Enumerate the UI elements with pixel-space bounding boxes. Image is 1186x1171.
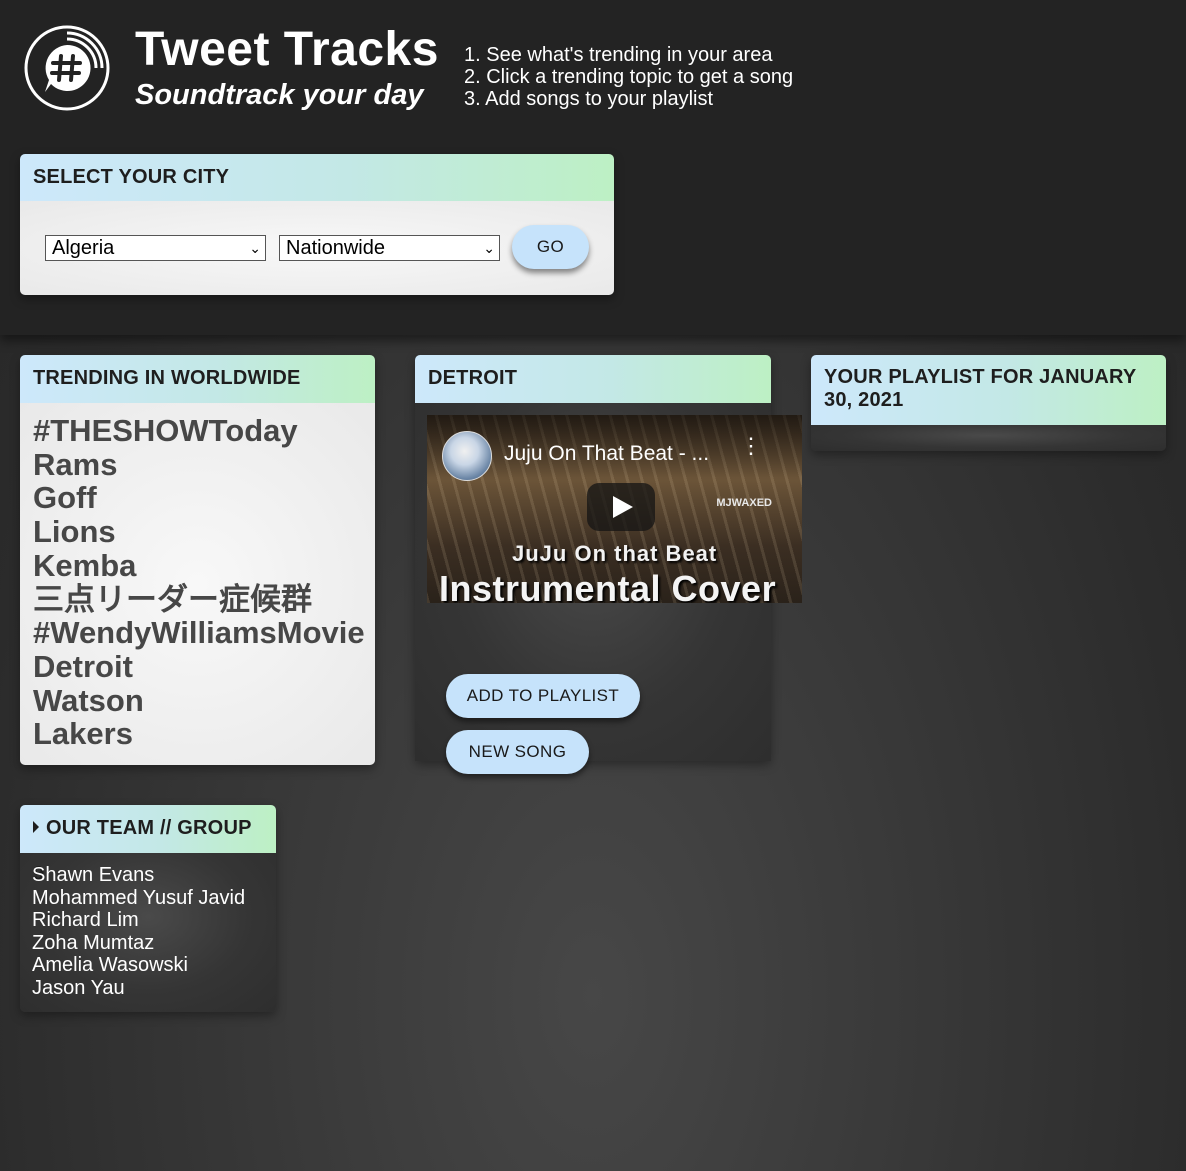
trending-topic-link[interactable]: Lions xyxy=(33,515,362,549)
trending-topic-link[interactable]: #THESHOWToday xyxy=(33,414,362,448)
more-options-icon[interactable]: ⋮ xyxy=(740,435,762,457)
chevron-down-icon: ⌄ xyxy=(483,240,495,256)
instruction-step: 1. See what's trending in your area xyxy=(464,44,773,66)
video-player[interactable]: Juju On That Beat - ... ⋮ MJWAXED JuJu O… xyxy=(427,415,802,603)
app-title: Tweet Tracks xyxy=(135,23,439,76)
team-member: Amelia Wasowski xyxy=(32,954,188,977)
video-overlay-text: JuJu On that Beat xyxy=(512,541,718,566)
trending-topic-link[interactable]: Goff xyxy=(33,481,362,515)
play-icon[interactable] xyxy=(587,483,655,531)
trending-topic-link[interactable]: Detroit xyxy=(33,650,362,684)
playlist-body xyxy=(811,425,1166,451)
region-select[interactable]: Nationwide ⌄ xyxy=(279,235,500,261)
playlist-card: YOUR PLAYLIST FOR JANUARY 30, 2021 xyxy=(811,355,1166,451)
trending-topic-link[interactable]: Lakers xyxy=(33,717,362,751)
hashtag-speech-bubble-logo-icon xyxy=(24,25,110,111)
trending-topic-link[interactable]: #WendyWilliamsMovie xyxy=(33,616,365,650)
team-card: OUR TEAM // GROUP 9 Shawn Evans Mohammed… xyxy=(20,805,276,1012)
chevron-down-icon: ⌄ xyxy=(249,240,261,256)
go-button[interactable]: GO xyxy=(512,225,589,269)
instruction-step: 3. Add songs to your playlist xyxy=(464,88,714,110)
team-list: Shawn Evans Mohammed Yusuf Javid Richard… xyxy=(20,853,276,1012)
country-select-value: Algeria xyxy=(52,237,115,259)
team-member: Shawn Evans xyxy=(32,864,155,886)
new-song-button[interactable]: NEW SONG xyxy=(446,730,589,774)
team-member: Mohammed Yusuf Javid xyxy=(32,886,246,909)
caret-right-icon xyxy=(33,820,39,833)
song-card: DETROIT Juju On That Beat - ... ⋮ MJWAXE… xyxy=(415,355,802,774)
trending-topic-link[interactable]: Watson xyxy=(33,683,362,718)
trending-topic-link[interactable]: 三点リーダー症候群 xyxy=(33,582,362,617)
trending-topic-link[interactable]: Kemba xyxy=(33,549,362,583)
team-member: Zoha Mumtaz xyxy=(32,931,155,954)
city-selector-card: SELECT YOUR CITY Algeria ⌄ Nationwide ⌄ … xyxy=(20,154,614,295)
team-heading-toggle[interactable]: OUR TEAM // GROUP 9 xyxy=(20,805,276,885)
channel-avatar[interactable] xyxy=(442,431,492,481)
video-title[interactable]: Juju On That Beat - ... xyxy=(504,442,709,466)
song-city-heading: DETROIT xyxy=(415,355,771,403)
region-select-value: Nationwide xyxy=(286,237,385,259)
instructions-list: 1. See what's trending in your area 2. C… xyxy=(464,44,793,110)
instruction-step: 2. Click a trending topic to get a song xyxy=(464,66,794,88)
song-body: Juju On That Beat - ... ⋮ MJWAXED JuJu O… xyxy=(415,403,802,774)
app-subtitle: Soundtrack your day xyxy=(135,79,424,111)
city-selector-heading: SELECT YOUR CITY xyxy=(20,154,614,201)
video-watermark: MJWAXED xyxy=(716,497,772,509)
add-to-playlist-button[interactable]: ADD TO PLAYLIST xyxy=(446,674,640,718)
playlist-heading: YOUR PLAYLIST FOR JANUARY 30, 2021 xyxy=(811,355,1166,425)
country-select[interactable]: Algeria ⌄ xyxy=(45,235,266,261)
city-selector-body: Algeria ⌄ Nationwide ⌄ GO xyxy=(20,201,614,295)
team-member: Richard Lim xyxy=(32,909,139,932)
trending-topic-link[interactable]: Rams xyxy=(33,448,362,482)
trending-heading: TRENDING IN WORLDWIDE xyxy=(20,355,375,403)
trending-card: TRENDING IN WORLDWIDE #THESHOWToday Rams… xyxy=(20,355,375,765)
trending-list: #THESHOWToday Rams Goff Lions Kemba 三点リー… xyxy=(20,403,375,765)
team-member: Jason Yau xyxy=(32,976,125,999)
video-overlay-text: Instrumental Cover xyxy=(439,568,777,603)
